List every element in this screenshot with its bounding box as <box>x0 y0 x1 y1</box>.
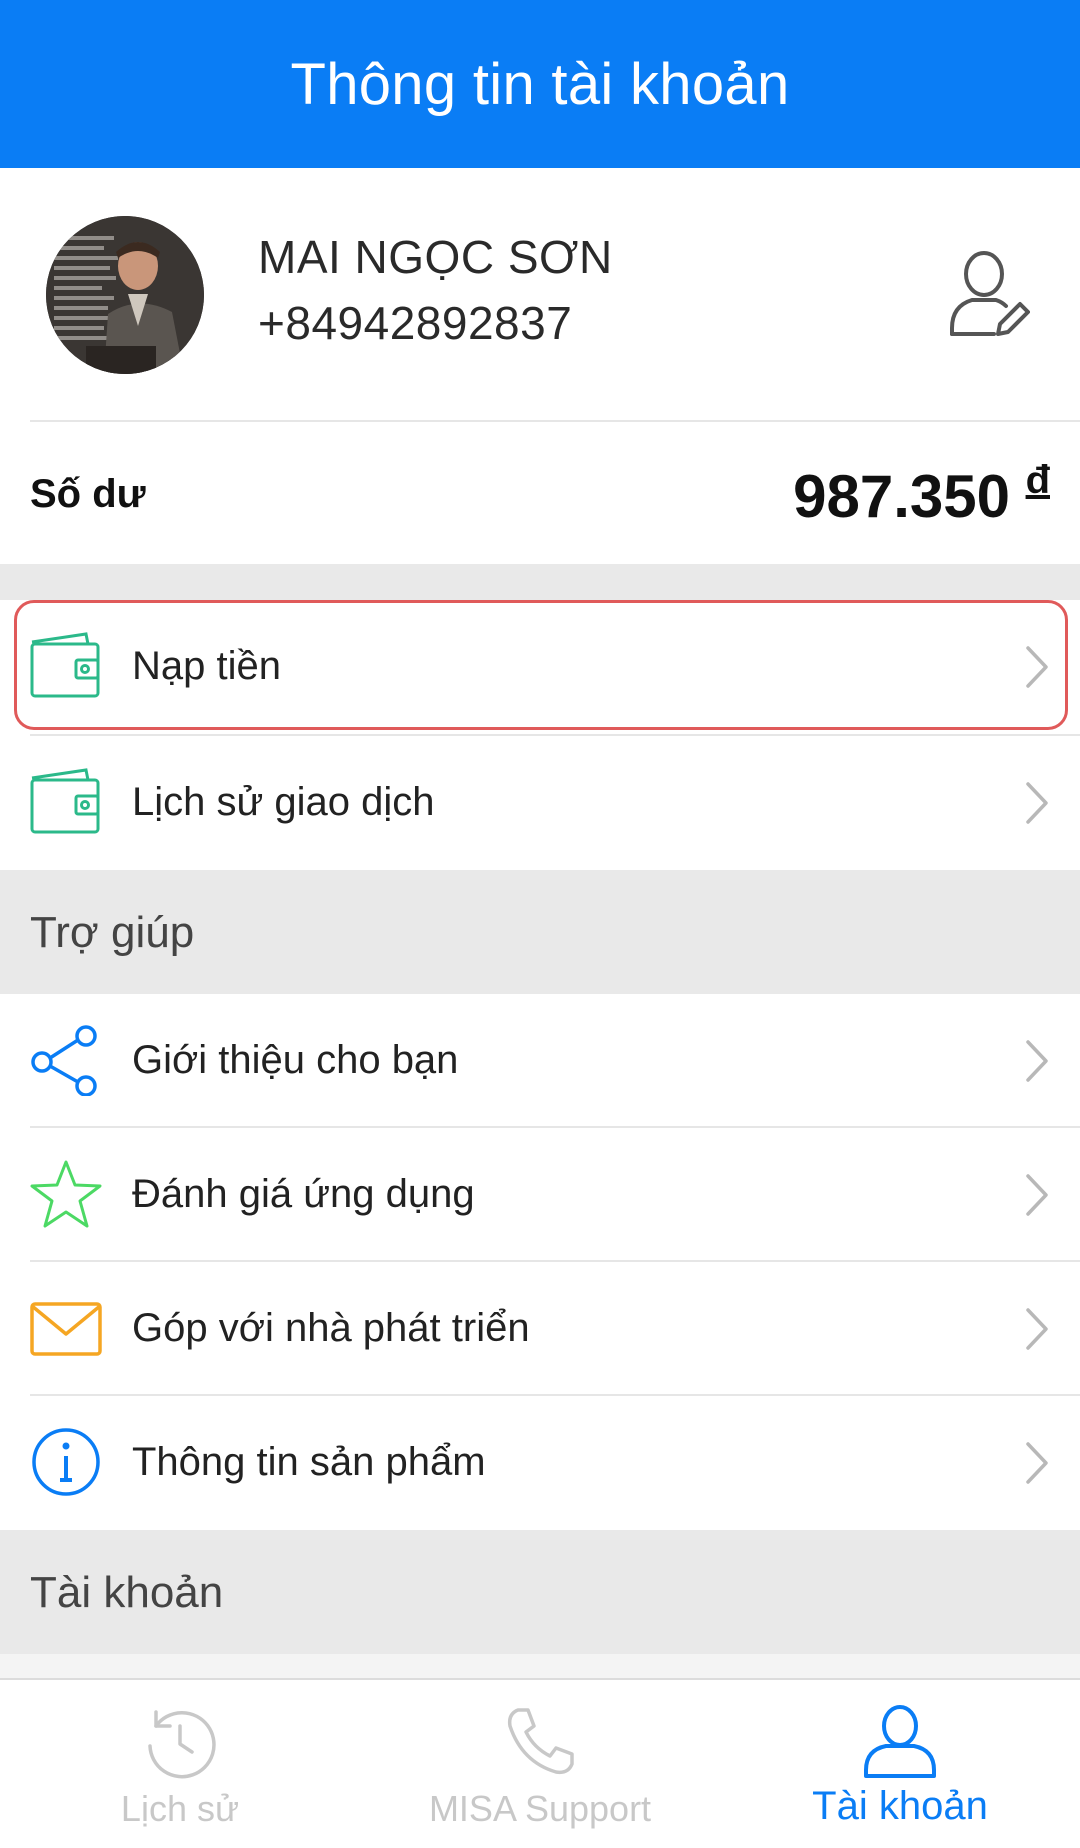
user-edit-icon[interactable] <box>948 248 1030 340</box>
menu-item-lich-su-giao-dich[interactable]: Lịch sử giao dịch <box>0 736 1080 870</box>
history-icon <box>140 1702 220 1782</box>
menu-item-nap-tien[interactable]: Nạp tiền <box>0 600 1080 734</box>
star-icon <box>28 1158 104 1230</box>
menu-item-danh-gia[interactable]: Đánh giá ứng dụng <box>0 1128 1080 1262</box>
tab-label: Lịch sử <box>120 1788 240 1829</box>
menu-item-label: Lịch sử giao dịch <box>132 780 435 824</box>
menu-item-label: Nạp tiền <box>132 644 281 688</box>
page-title: Thông tin tài khoản <box>290 51 790 117</box>
tab-label: Tài khoản <box>812 1784 988 1828</box>
share-icon <box>28 1024 104 1097</box>
menu-item-label: Đánh giá ứng dụng <box>132 1172 475 1216</box>
section-header-account: Tài khoản <box>0 1530 1080 1654</box>
user-phone: +84942892837 <box>258 297 573 349</box>
avatar[interactable] <box>46 216 204 374</box>
wallet-icon <box>28 630 104 702</box>
menu-item-gioi-thieu[interactable]: Giới thiệu cho bạn <box>0 994 1080 1128</box>
menu-item-gop-y[interactable]: Góp với nhà phát triển <box>0 1262 1080 1396</box>
chevron-right-icon <box>1022 644 1052 690</box>
section-title: Trợ giúp <box>30 908 195 957</box>
mail-icon <box>28 1292 104 1364</box>
chevron-right-icon <box>1022 1440 1052 1486</box>
menu-item-thong-tin-san-pham[interactable]: Thông tin sản phẩm <box>0 1396 1080 1530</box>
wallet-icon <box>28 766 104 838</box>
menu-item-label: Thông tin sản phẩm <box>132 1440 486 1484</box>
tab-lich-su[interactable]: Lịch sử <box>40 1680 320 1848</box>
chevron-right-icon <box>1022 780 1052 826</box>
tab-tai-khoan[interactable]: Tài khoản <box>760 1680 1040 1848</box>
user-name: MAI NGỌC SƠN <box>258 231 613 283</box>
balance-currency: đ <box>1025 458 1050 502</box>
profile-card: MAI NGỌC SƠN +84942892837 <box>0 168 1080 420</box>
tab-misa-support[interactable]: MISA Support <box>400 1680 680 1848</box>
chevron-right-icon <box>1022 1038 1052 1084</box>
menu-item-label: Giới thiệu cho bạn <box>132 1038 459 1082</box>
chevron-right-icon <box>1022 1172 1052 1218</box>
balance-label: Số dư <box>30 472 146 516</box>
section-title: Tài khoản <box>30 1568 224 1617</box>
section-spacer <box>0 1654 1080 1678</box>
bottom-tab-bar: Lịch sử MISA Support Tài khoản <box>0 1678 1080 1848</box>
balance-row: Số dư 987.350 đ <box>0 422 1080 564</box>
chevron-right-icon <box>1022 1306 1052 1352</box>
menu-item-label: Góp với nhà phát triển <box>132 1306 530 1350</box>
balance-value: 987.350 <box>793 463 1010 530</box>
info-icon <box>28 1426 104 1498</box>
section-header-help: Trợ giúp <box>0 870 1080 994</box>
phone-icon <box>500 1702 580 1782</box>
tab-label: MISA Support <box>428 1788 652 1829</box>
section-spacer <box>0 564 1080 600</box>
user-icon <box>860 1702 940 1782</box>
app-header: Thông tin tài khoản <box>0 0 1080 168</box>
